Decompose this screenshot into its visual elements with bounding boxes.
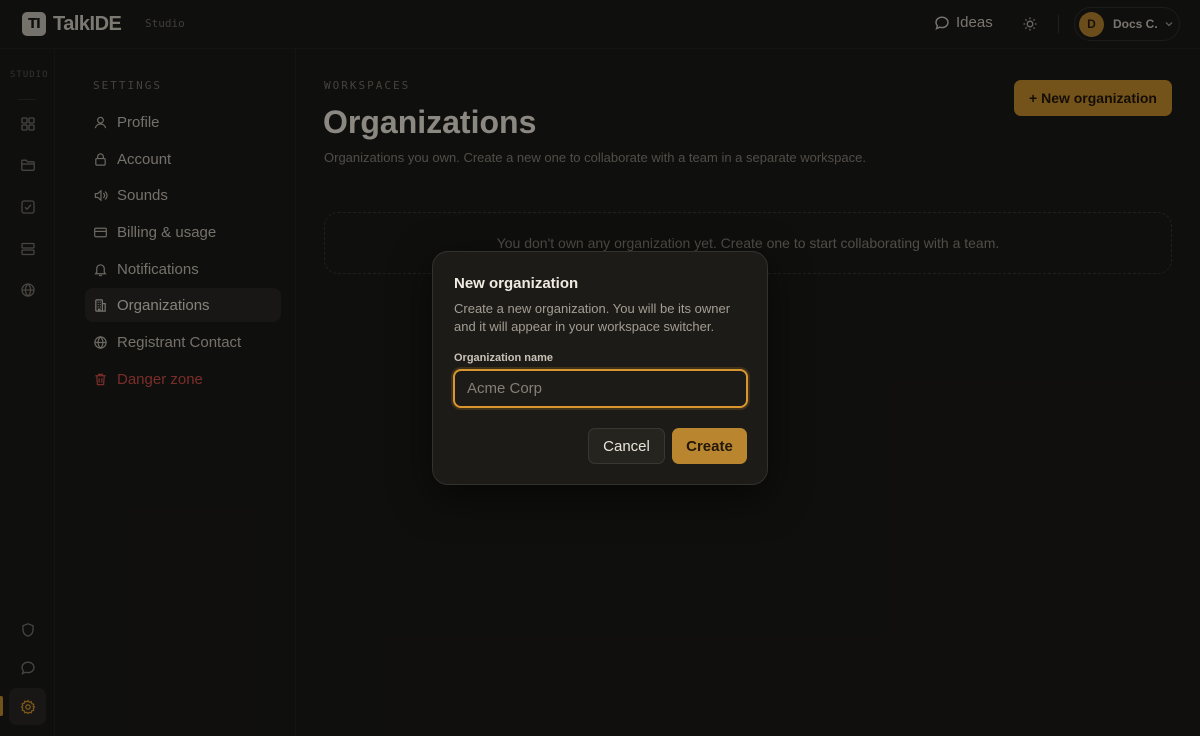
cancel-button[interactable]: Cancel [588,428,665,464]
organization-name-label: Organization name [454,352,554,364]
new-organization-dialog: New organization Create a new organizati… [432,251,768,485]
create-button[interactable]: Create [672,428,747,464]
dialog-description: Create a new organization. You will be i… [454,301,731,334]
dialog-title: New organization [454,275,579,292]
organization-name-input[interactable] [453,369,748,408]
